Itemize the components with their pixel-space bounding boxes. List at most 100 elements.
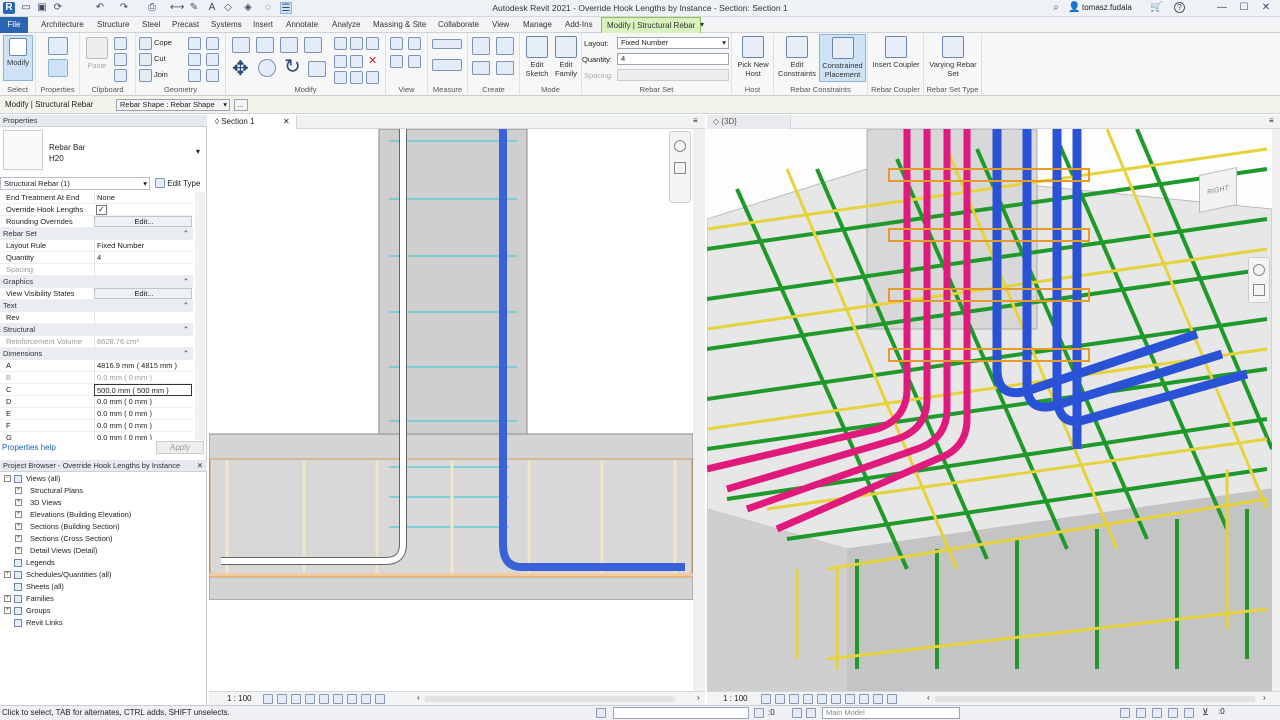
type-properties-icon[interactable] — [48, 59, 68, 77]
property-value[interactable]: 0.0 mm ( 0 mm ) — [94, 408, 192, 420]
property-checkbox[interactable]: ✓ — [96, 205, 107, 215]
tab-menu-icon[interactable]: ≡ — [1269, 116, 1274, 125]
property-category[interactable]: Dimensions ⌃ — [0, 348, 193, 360]
3d-shadows-icon[interactable] — [803, 694, 813, 704]
select-links-icon[interactable] — [1120, 708, 1130, 718]
drag-on-selection-icon[interactable] — [1184, 708, 1194, 718]
wall-joins-icon[interactable] — [206, 37, 219, 50]
design-option-select[interactable]: Main Model — [822, 707, 960, 719]
3d-lock-icon[interactable] — [859, 694, 869, 704]
move-icon[interactable]: ✥ — [232, 59, 249, 79]
create-similar-icon[interactable] — [496, 61, 514, 75]
crop-view-icon[interactable] — [319, 694, 329, 704]
maximize-icon[interactable]: ☐ — [1238, 2, 1250, 14]
viewcube[interactable]: RIGHT — [1185, 165, 1247, 221]
select-pinned-icon[interactable] — [1152, 708, 1162, 718]
scroll-left-icon[interactable]: ‹ — [417, 693, 420, 702]
more-options-button[interactable]: ... — [234, 99, 248, 111]
select-underlay-icon[interactable] — [1136, 708, 1146, 718]
property-value[interactable]: Fixed Number — [94, 240, 192, 252]
design-options-icon[interactable] — [792, 708, 802, 718]
property-category[interactable]: Structural ⌃ — [0, 324, 193, 336]
tree-item[interactable]: 3D Views — [30, 497, 62, 509]
tab-modify-structural-rebar[interactable]: Modify | Structural Rebar — [601, 17, 702, 33]
trim-extend-icon[interactable] — [308, 61, 326, 77]
close-icon[interactable]: ✕ — [197, 460, 203, 472]
exclude-options-icon[interactable] — [806, 708, 816, 718]
expand-node-icon[interactable]: + — [4, 607, 11, 614]
apply-button[interactable]: Apply — [156, 441, 204, 454]
linework-icon[interactable] — [390, 55, 403, 68]
cope-button[interactable]: Cope — [154, 38, 172, 47]
tree-item[interactable]: Families — [26, 593, 54, 605]
tree-item[interactable]: Structural Plans — [30, 485, 83, 497]
reveal-hidden-icon[interactable] — [361, 694, 371, 704]
property-value[interactable]: 4816.9 mm ( 4815 mm ) — [94, 360, 192, 372]
measure-distance-icon[interactable] — [432, 39, 462, 49]
ribbon-minimize-icon[interactable]: ▾ — [695, 17, 709, 33]
array-icon[interactable] — [334, 55, 347, 68]
expand-node-icon[interactable]: + — [15, 499, 22, 506]
scroll-right-icon[interactable]: › — [697, 693, 700, 702]
unpin-icon[interactable] — [350, 71, 363, 84]
3d-navigation-bar[interactable] — [1248, 257, 1270, 303]
tree-item[interactable]: Revit Links — [26, 617, 63, 629]
visual-style-icon[interactable] — [277, 694, 287, 704]
shadows-icon[interactable] — [305, 694, 315, 704]
copy-modify-icon[interactable] — [258, 59, 276, 77]
quantity-input[interactable]: 4 — [617, 53, 729, 65]
cut-clipboard-icon[interactable] — [114, 37, 127, 50]
collapse-icon[interactable]: ⌃ — [183, 300, 189, 312]
expand-node-icon[interactable]: + — [15, 487, 22, 494]
tab-structure[interactable]: Structure — [92, 17, 134, 33]
filter-icon[interactable]: ⊻ — [1202, 707, 1209, 718]
align-icon[interactable] — [232, 37, 250, 53]
minimize-icon[interactable]: — — [1216, 2, 1228, 14]
join-icon[interactable] — [139, 69, 152, 82]
tab-insert[interactable]: Insert — [248, 17, 278, 33]
edit-family-button[interactable]: Edit Family — [551, 36, 581, 78]
rotate-icon[interactable]: ↻ — [284, 57, 301, 77]
edit-type-button[interactable]: Edit Type — [155, 177, 200, 190]
search-icon[interactable]: ⌕ — [1050, 2, 1062, 14]
property-value[interactable]: 0.0 mm ( 0 mm ) — [94, 420, 192, 432]
delete-icon[interactable]: ✕ — [368, 54, 377, 67]
pin-icon[interactable] — [334, 71, 347, 84]
offset-icon[interactable] — [256, 37, 274, 53]
property-edit-button[interactable]: Edit... — [94, 216, 192, 227]
3d-detail-level-icon[interactable] — [761, 694, 771, 704]
tab-massing-site[interactable]: Massing & Site — [368, 17, 431, 33]
tree-item[interactable]: Schedules/Quantities (all) — [26, 569, 111, 581]
match-type-icon[interactable] — [114, 69, 127, 82]
workset-select[interactable] — [613, 707, 749, 719]
property-value[interactable]: 0.0 mm ( 0 mm ) — [94, 432, 192, 440]
3d-show-crop-icon[interactable] — [845, 694, 855, 704]
lock-icon[interactable] — [366, 71, 379, 84]
tab-manage[interactable]: Manage — [518, 17, 557, 33]
properties-help-link[interactable]: Properties help — [2, 443, 56, 452]
pick-new-host-button[interactable]: Pick New Host — [734, 36, 772, 78]
collapse-icon[interactable]: ⌃ — [183, 276, 189, 288]
remove-paint-icon[interactable] — [206, 53, 219, 66]
expand-node-icon[interactable]: + — [15, 547, 22, 554]
property-value[interactable]: 0.0 mm ( 0 mm ) — [94, 396, 192, 408]
insert-coupler-button[interactable]: Insert Coupler — [872, 36, 920, 69]
user-name[interactable]: tomasz.fudala — [1082, 2, 1132, 14]
create-assembly-icon[interactable] — [472, 37, 490, 55]
mirror-axis-icon[interactable] — [280, 37, 298, 53]
demolish-icon[interactable] — [188, 69, 201, 82]
3d-scroll-left-icon[interactable]: ‹ — [927, 693, 930, 702]
3d-view-scale[interactable]: 1 : 100 — [723, 694, 747, 703]
tab-steel[interactable]: Steel — [137, 17, 165, 33]
lock-3d-icon[interactable] — [375, 694, 385, 704]
create-group-icon[interactable] — [472, 61, 490, 75]
3d-scroll-right-icon[interactable]: › — [1263, 693, 1266, 702]
navigation-bar[interactable] — [669, 131, 691, 203]
edit-constraints-button[interactable]: Edit Constraints — [776, 36, 818, 78]
properties-scrollbar[interactable] — [195, 192, 205, 440]
zoom-icon[interactable] — [674, 162, 686, 174]
tree-item[interactable]: Views (all) — [26, 473, 60, 485]
split-icon[interactable] — [366, 37, 379, 50]
constrained-placement-button[interactable]: Constrained Placement — [819, 34, 866, 82]
edit-sketch-button[interactable]: Edit Sketch — [523, 36, 551, 78]
